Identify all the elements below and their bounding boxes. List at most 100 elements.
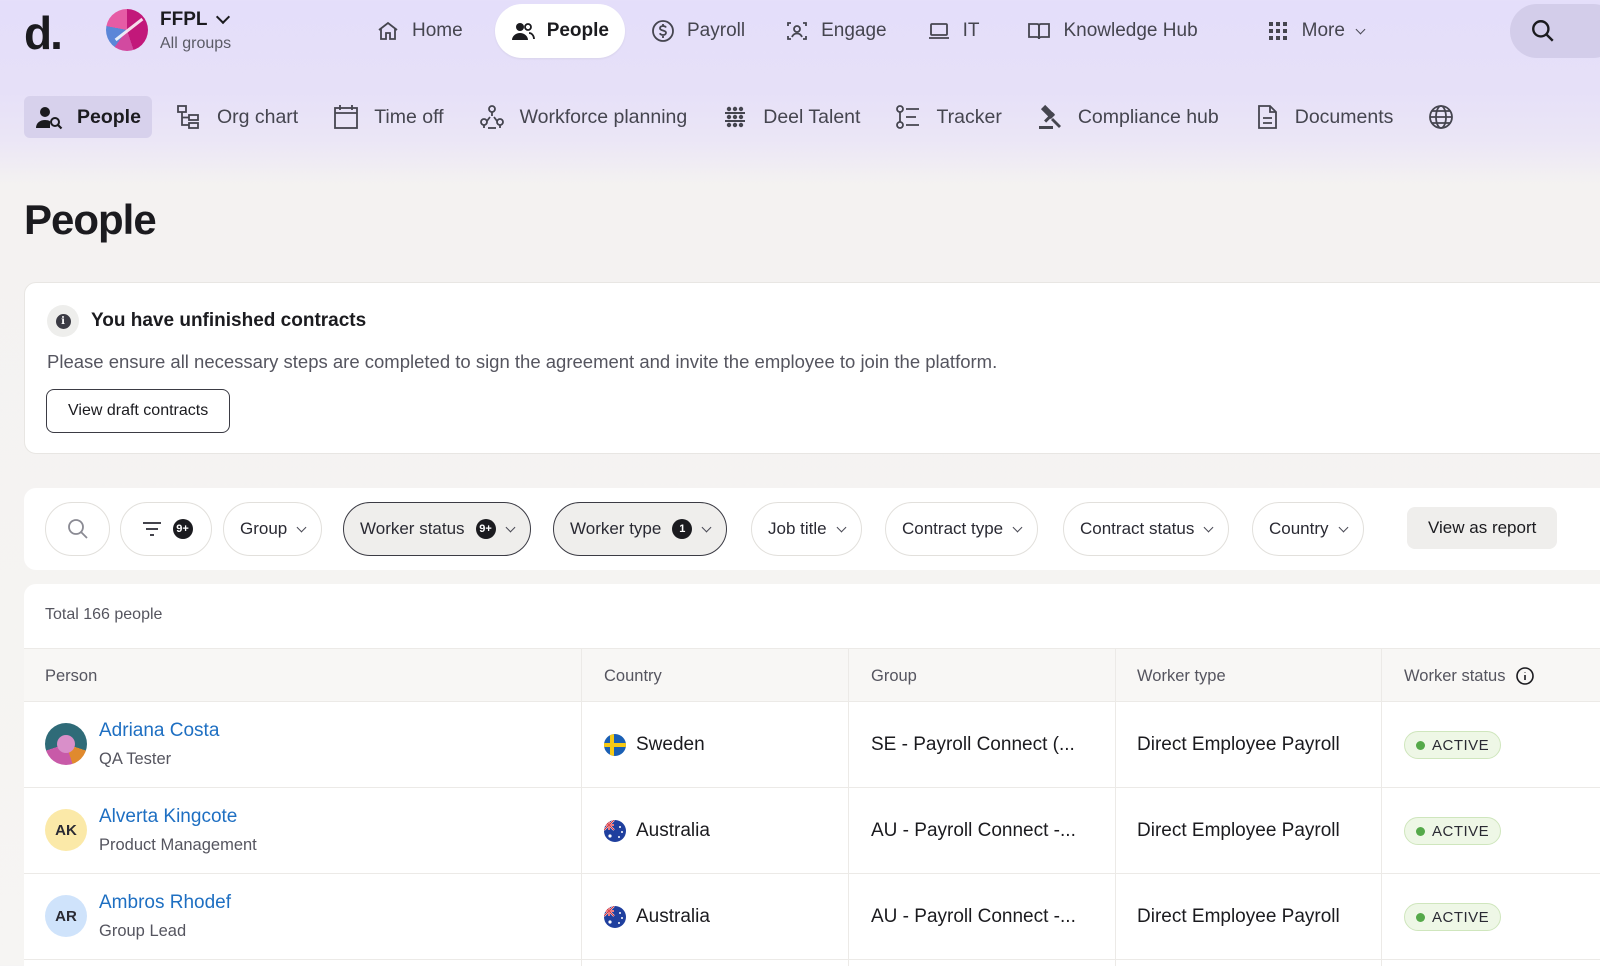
sub-nav-label: Compliance hub xyxy=(1077,105,1219,128)
chevron-down-icon xyxy=(1338,522,1348,532)
filter-chip-label: Contract type xyxy=(902,519,1004,538)
top-nav-payroll[interactable]: Payroll xyxy=(635,4,761,58)
filter-chip-label: Worker type xyxy=(570,519,662,538)
status-label: ACTIVE xyxy=(1432,736,1490,754)
org-subtitle: All groups xyxy=(160,35,232,52)
person-name-link[interactable]: Ambros Rhodef xyxy=(99,892,231,914)
sub-nav-label: Documents xyxy=(1294,105,1394,128)
chevron-down-icon xyxy=(296,522,307,532)
sub-nav-people[interactable]: People xyxy=(24,96,152,138)
org-chart-icon xyxy=(177,105,199,129)
top-nav-engage[interactable]: Engage xyxy=(769,4,903,58)
calendar-icon xyxy=(334,105,359,129)
filter-count-badge: 1 xyxy=(672,519,693,539)
gavel-icon xyxy=(1038,104,1061,129)
sub-nav-time-off[interactable]: Time off xyxy=(321,96,454,138)
person-job-title: Group Lead xyxy=(99,922,187,940)
filter-chip-contract-type[interactable]: Contract type xyxy=(885,502,1039,556)
filter-chip-label: Worker status xyxy=(360,519,465,538)
country-cell: Australia xyxy=(604,788,710,874)
info-icon[interactable] xyxy=(1515,666,1535,686)
filter-chip-contract-status[interactable]: Contract status xyxy=(1063,502,1230,556)
total-count: Total 166 people xyxy=(45,606,163,623)
global-search-button[interactable] xyxy=(1510,4,1600,58)
chevron-down-icon xyxy=(1355,24,1366,34)
sub-nav-workforce-planning[interactable]: Workforce planning xyxy=(467,96,699,138)
search-icon xyxy=(1532,20,1554,42)
column-header-country[interactable]: Country xyxy=(604,649,662,703)
view-as-report-button[interactable]: View as report xyxy=(1407,507,1558,549)
chevron-down-icon xyxy=(1012,522,1023,532)
top-nav-more[interactable]: More xyxy=(1250,4,1380,58)
top-nav-label: Knowledge Hub xyxy=(1063,20,1198,41)
sub-nav-compliance-hub[interactable]: Compliance hub xyxy=(1025,96,1230,138)
worker-type-cell: Direct Employee Payroll xyxy=(1137,734,1340,755)
sub-nav-deel-talent[interactable]: Deel Talent xyxy=(710,96,871,138)
filter-chip-label: Group xyxy=(240,519,288,538)
chevron-down-icon xyxy=(701,522,712,532)
top-nav-label: IT xyxy=(962,20,980,41)
table-row[interactable]: AK Alverta Kingcote Product Management A… xyxy=(24,788,1600,874)
sub-nav-globe[interactable] xyxy=(1416,96,1466,138)
worker-type-cell: Direct Employee Payroll xyxy=(1137,906,1340,927)
table-row[interactable]: Adriana Costa QA Tester Sweden SE - Payr… xyxy=(24,702,1600,788)
top-nav-it[interactable]: IT xyxy=(911,4,996,58)
filter-chip-label: Job title xyxy=(768,519,827,538)
country-name: Australia xyxy=(636,906,710,927)
grid-icon xyxy=(1268,22,1287,40)
filter-chip-job-title[interactable]: Job title xyxy=(751,502,862,556)
avatar xyxy=(45,723,87,765)
worker-status-cell: ACTIVE xyxy=(1404,788,1502,874)
sub-nav-label: Tracker xyxy=(936,105,1002,128)
search-icon xyxy=(67,519,88,539)
dollar-icon xyxy=(652,20,674,42)
sub-nav-tracker[interactable]: Tracker xyxy=(883,96,1012,138)
org-switcher[interactable]: FFPL All groups xyxy=(106,9,231,53)
page-title: People xyxy=(24,196,157,243)
column-header-worker-status[interactable]: Worker status xyxy=(1404,649,1535,703)
avatar: AK xyxy=(45,809,87,851)
top-nav: Home People Payroll Engage IT Knowledge … xyxy=(360,4,1380,58)
filter-count-badge: 9+ xyxy=(475,519,496,539)
search-filter-button[interactable] xyxy=(45,502,110,556)
country-name: Australia xyxy=(636,820,710,841)
top-nav-label: More xyxy=(1301,20,1345,41)
filter-chip-worker-type[interactable]: Worker type 1 xyxy=(553,502,728,556)
top-nav-knowledge-hub[interactable]: Knowledge Hub xyxy=(1011,4,1213,58)
avatar: AR xyxy=(45,895,87,937)
column-header-person[interactable]: Person xyxy=(45,649,97,703)
person-name-link[interactable]: Alverta Kingcote xyxy=(99,806,237,828)
filter-chip-worker-status[interactable]: Worker status 9+ xyxy=(343,502,531,556)
status-label: ACTIVE xyxy=(1432,822,1490,840)
banner-text: Please ensure all necessary steps are co… xyxy=(47,351,998,372)
column-header-worker-type[interactable]: Worker type xyxy=(1137,649,1226,703)
top-nav-label: Payroll xyxy=(687,20,746,41)
top-nav-people[interactable]: People xyxy=(494,4,625,58)
group-cell: AU - Payroll Connect -... xyxy=(871,906,1076,927)
sub-nav-org-chart[interactable]: Org chart xyxy=(164,96,309,138)
country-name: Sweden xyxy=(636,734,705,755)
org-avatar xyxy=(106,9,148,51)
group-cell: SE - Payroll Connect (... xyxy=(871,734,1075,755)
sub-nav: People Org chart Time off Workforce plan… xyxy=(24,96,1466,138)
sub-nav-documents[interactable]: Documents xyxy=(1242,96,1405,138)
deel-logo[interactable]: d. xyxy=(24,6,63,60)
laptop-icon xyxy=(928,23,949,39)
table-row[interactable]: AR Ambros Rhodef Group Lead Australia AU… xyxy=(24,874,1600,960)
filter-chip-country[interactable]: Country xyxy=(1252,502,1364,556)
table-header: Person Country Group Worker type Worker … xyxy=(24,648,1600,702)
view-draft-contracts-button[interactable]: View draft contracts xyxy=(46,389,231,433)
filter-chip-group[interactable]: Group xyxy=(223,502,323,556)
status-badge: ACTIVE xyxy=(1404,903,1502,931)
top-nav-home[interactable]: Home xyxy=(360,4,479,58)
talent-icon xyxy=(725,106,746,128)
person-job-title: Product Management xyxy=(99,836,257,854)
people-table: Total 166 people Person Country Group Wo… xyxy=(24,584,1600,966)
chevron-down-icon xyxy=(1203,522,1214,532)
sub-nav-label: Org chart xyxy=(216,105,299,128)
person-name-link[interactable]: Adriana Costa xyxy=(99,720,219,742)
column-header-group[interactable]: Group xyxy=(871,649,917,703)
filters-button[interactable]: 9+ xyxy=(120,502,212,556)
home-icon xyxy=(378,21,398,40)
chevron-down-icon xyxy=(215,9,230,25)
